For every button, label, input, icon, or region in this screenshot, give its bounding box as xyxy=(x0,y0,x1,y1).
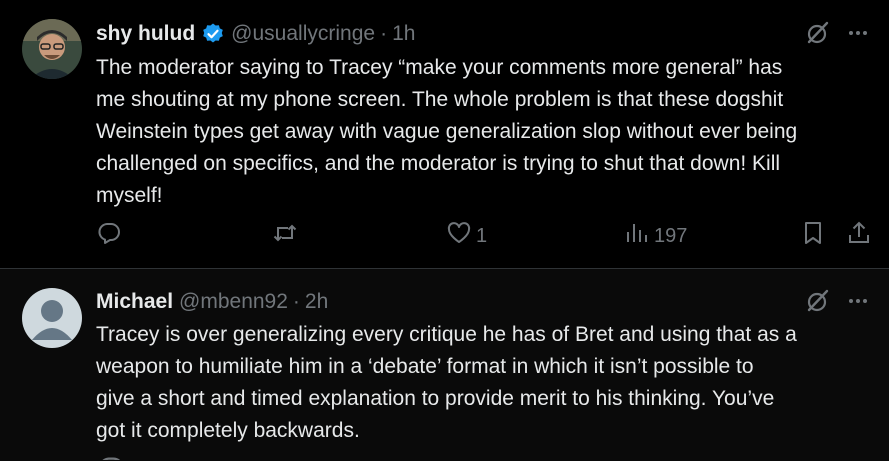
tweet-text: Tracey is over generalizing every critiq… xyxy=(96,323,797,442)
avatar[interactable] xyxy=(22,288,82,348)
bookmark-icon xyxy=(800,220,826,252)
reply-icon[interactable] xyxy=(96,454,126,460)
share-button[interactable] xyxy=(846,220,872,252)
tweet-actions: 1 197 xyxy=(96,220,874,250)
more-options-icon[interactable] xyxy=(845,288,871,314)
separator: · xyxy=(380,22,388,45)
avatar[interactable] xyxy=(22,19,82,79)
views-button[interactable]: 197 xyxy=(624,220,687,252)
bookmark-button[interactable] xyxy=(800,220,826,252)
user-handle[interactable]: @usuallycringe xyxy=(231,22,375,46)
retweet-icon xyxy=(272,220,298,252)
heart-icon xyxy=(446,220,472,252)
verified-badge-icon xyxy=(201,22,225,46)
reply-button[interactable] xyxy=(96,220,122,252)
tweet-text: The moderator saying to Tracey “make you… xyxy=(96,56,798,207)
grok-icon[interactable] xyxy=(805,20,831,46)
tweet-top-actions xyxy=(805,20,871,46)
retweet-button[interactable] xyxy=(272,220,298,252)
tweet[interactable]: Michael @mbenn92 · 2h Tracey is over gen… xyxy=(0,269,889,461)
more-options-icon[interactable] xyxy=(845,20,871,46)
tweet-top-actions xyxy=(805,288,871,314)
separator: · xyxy=(292,290,300,313)
view-count: 197 xyxy=(654,224,688,247)
timestamp[interactable]: 1h xyxy=(392,22,415,46)
timestamp[interactable]: 2h xyxy=(305,290,328,314)
tweet-header: Michael @mbenn92 · 2h xyxy=(96,288,328,316)
share-icon xyxy=(846,220,872,252)
display-name[interactable]: shy hulud xyxy=(96,22,195,46)
tweet[interactable]: shy hulud @usuallycringe · 1h The modera… xyxy=(0,0,889,269)
like-button[interactable]: 1 xyxy=(446,220,487,252)
tweet-header: shy hulud @usuallycringe · 1h xyxy=(96,20,415,48)
display-name[interactable]: Michael xyxy=(96,290,173,314)
like-count: 1 xyxy=(476,224,488,247)
grok-icon[interactable] xyxy=(805,288,831,314)
views-chart-icon xyxy=(624,220,650,252)
reply-icon xyxy=(96,220,122,252)
user-handle[interactable]: @mbenn92 xyxy=(179,290,288,314)
